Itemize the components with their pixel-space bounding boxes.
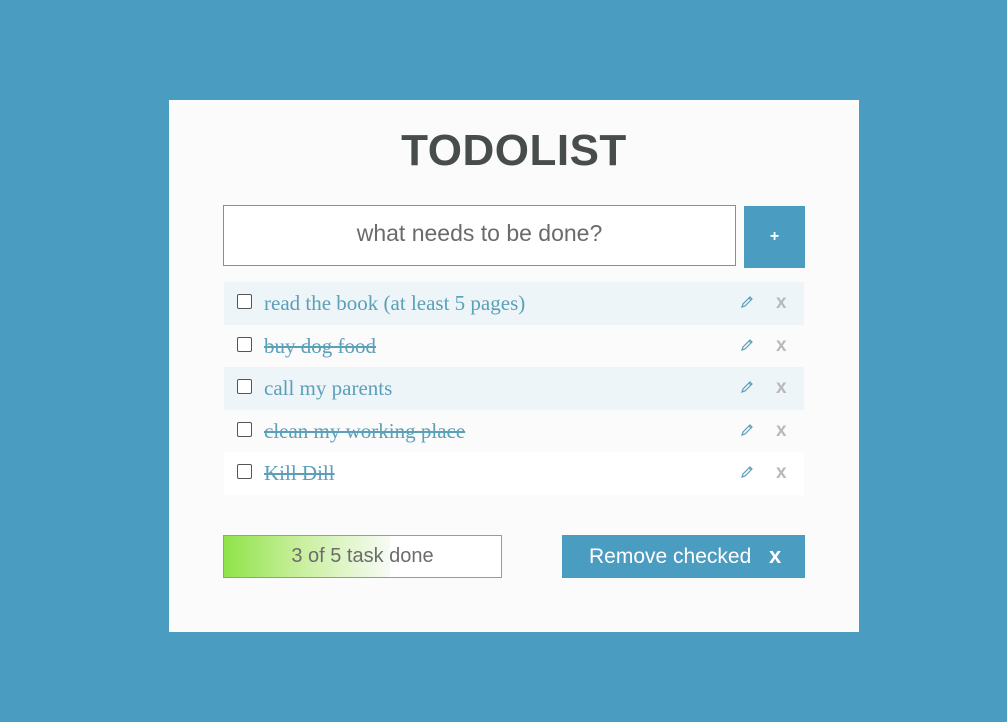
task-item: Kill Dill x (224, 452, 804, 495)
task-list: read the book (at least 5 pages) x buy d… (224, 282, 804, 495)
task-checkbox[interactable] (237, 421, 252, 437)
remove-checked-button[interactable]: Remove checked x (562, 535, 805, 578)
pencil-icon[interactable] (740, 380, 754, 394)
task-item: clean my working place x (224, 409, 804, 452)
task-label: buy dog food (264, 333, 376, 358)
delete-task-button[interactable]: x (776, 291, 787, 315)
task-label: call my parents (264, 376, 393, 400)
task-checkbox[interactable] (237, 294, 252, 309)
delete-task-button[interactable]: x (776, 419, 787, 443)
task-checkbox[interactable] (237, 379, 252, 394)
task-label: Kill Dill (264, 461, 335, 485)
todo-card: TODOLIST + read the book (at least 5 pag… (169, 100, 859, 632)
task-item: buy dog food x (224, 324, 804, 367)
task-item: read the book (at least 5 pages) x (224, 282, 804, 325)
delete-task-button[interactable]: x (776, 334, 787, 358)
task-label: clean my working place (264, 418, 466, 443)
new-task-input[interactable] (223, 205, 736, 266)
add-task-button[interactable]: + (744, 206, 805, 268)
pencil-icon[interactable] (740, 295, 754, 309)
delete-task-button[interactable]: x (776, 461, 787, 485)
progress-bar: 3 of 5 task done (223, 535, 502, 578)
delete-task-button[interactable]: x (776, 376, 787, 400)
app-title: TODOLIST (401, 126, 627, 175)
remove-checked-label: Remove checked (589, 545, 752, 568)
task-checkbox[interactable] (237, 464, 252, 479)
pencil-icon[interactable] (740, 338, 754, 352)
pencil-icon[interactable] (740, 423, 754, 437)
progress-label: 3 of 5 task done (291, 545, 434, 567)
task-label: read the book (at least 5 pages) (264, 291, 526, 315)
task-checkbox[interactable] (237, 336, 252, 352)
task-item: call my parents x (224, 367, 804, 410)
pencil-icon[interactable] (740, 465, 754, 479)
close-icon: x (769, 543, 782, 568)
